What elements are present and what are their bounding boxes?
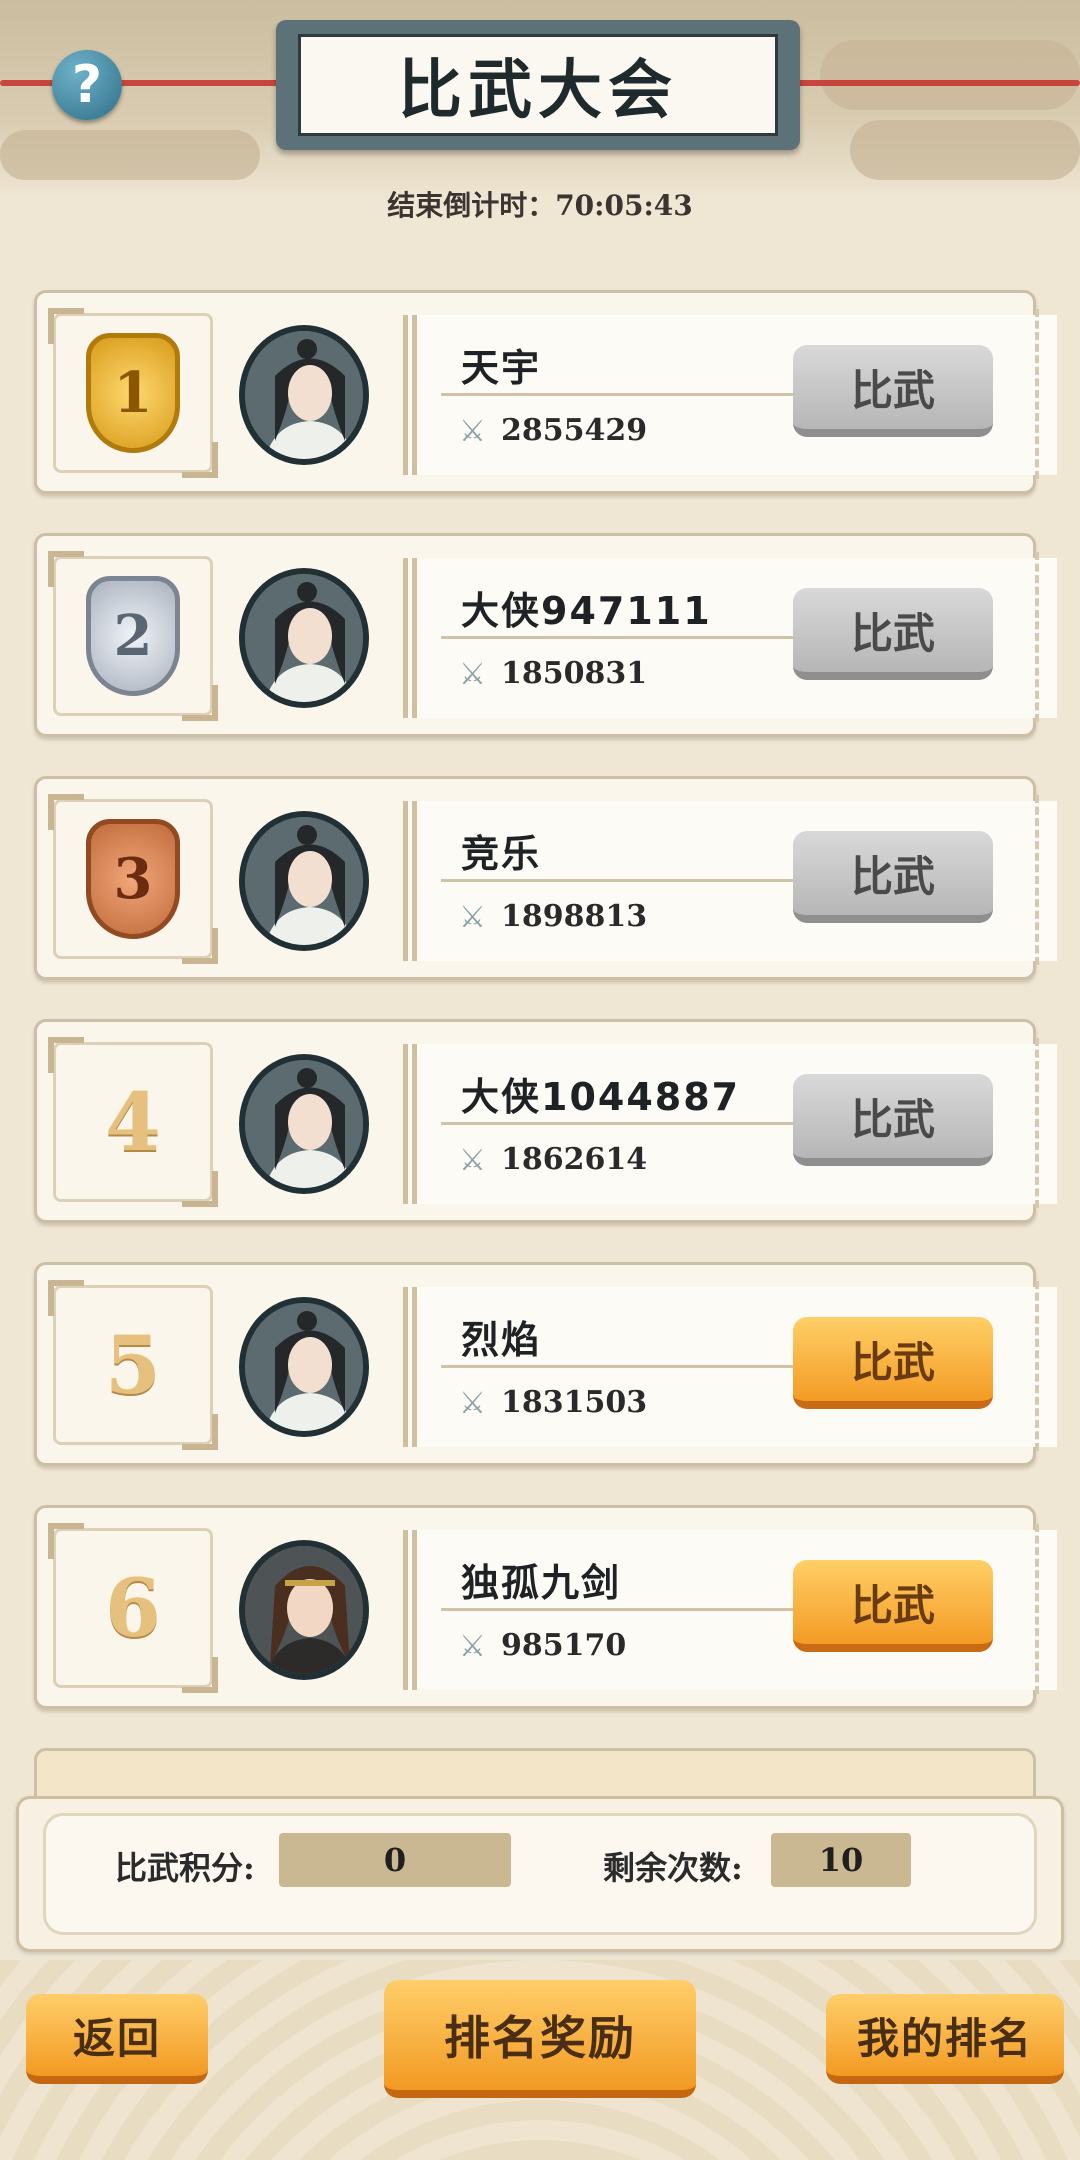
divider <box>441 1122 801 1125</box>
rank-badge: 3 <box>48 794 218 964</box>
crossed-swords-icon: ⚔ <box>459 900 486 935</box>
player-name: 大侠947111 <box>461 589 712 633</box>
score-label: 比武积分: <box>115 1849 255 1887</box>
challenge-button[interactable]: 比武 <box>793 588 993 680</box>
player-name: 竞乐 <box>461 832 542 876</box>
rank-badge: 6 <box>48 1523 218 1693</box>
divider <box>441 393 801 396</box>
question-icon: ? <box>71 55 103 115</box>
avatar[interactable] <box>239 1054 369 1194</box>
divider <box>441 1365 801 1368</box>
avatar[interactable] <box>239 1540 369 1680</box>
red-rope-right <box>786 80 1080 86</box>
silver-medal-icon: 2 <box>86 576 180 696</box>
rank-badge: 4 <box>48 1037 218 1207</box>
score-value: 0 <box>279 1833 511 1887</box>
combat-power: 1850831 <box>501 656 648 691</box>
cloud-decoration <box>850 120 1080 180</box>
player-name: 大侠1044887 <box>461 1075 741 1119</box>
player-name: 独孤九剑 <box>461 1561 622 1605</box>
avatar[interactable] <box>239 568 369 708</box>
combat-power: 2855429 <box>501 413 648 448</box>
player-card: 6 独孤九剑 ⚔ 985170 比武 <box>34 1505 1057 1709</box>
rank-reward-button[interactable]: 排名奖励 <box>384 1980 696 2098</box>
avatar[interactable] <box>239 325 369 465</box>
countdown-timer: 结束倒计时：70:05:43 <box>387 189 693 222</box>
challenge-button[interactable]: 比武 <box>793 345 993 437</box>
player-name: 天宇 <box>461 346 542 390</box>
rank-badge: 5 <box>48 1280 218 1450</box>
challenge-button[interactable]: 比武 <box>793 831 993 923</box>
player-name: 烈焰 <box>461 1318 542 1362</box>
combat-power: 1831503 <box>501 1385 648 1420</box>
avatar[interactable] <box>239 811 369 951</box>
torn-edge <box>1025 552 1039 722</box>
combat-power: 985170 <box>501 1628 627 1663</box>
cloud-decoration <box>0 130 260 180</box>
torn-edge <box>1025 1038 1039 1208</box>
remaining-value: 10 <box>771 1833 911 1887</box>
combat-power: 1862614 <box>501 1142 648 1177</box>
stats-panel: 比武积分: 0 剩余次数: 10 <box>16 1796 1064 1952</box>
torn-edge <box>1025 795 1039 965</box>
divider <box>441 879 801 882</box>
crossed-swords-icon: ⚔ <box>459 1143 486 1178</box>
crossed-swords-icon: ⚔ <box>459 1386 486 1421</box>
rank-number: 4 <box>105 1075 161 1169</box>
red-rope-left <box>0 80 290 86</box>
challenge-button[interactable]: 比武 <box>793 1560 993 1652</box>
crossed-swords-icon: ⚔ <box>459 1629 486 1664</box>
gold-medal-icon: 1 <box>86 333 180 453</box>
title-board: 比武大会 <box>276 20 800 150</box>
torn-edge <box>1025 1281 1039 1451</box>
remaining-label: 剩余次数: <box>603 1849 743 1887</box>
rank-number: 5 <box>105 1318 161 1412</box>
torn-edge <box>1025 309 1039 479</box>
torn-edge <box>1025 1524 1039 1694</box>
player-card: 2 大侠947111 ⚔ 1850831 比武 <box>34 533 1057 737</box>
rank-badge: 1 <box>48 308 218 478</box>
crossed-swords-icon: ⚔ <box>459 657 486 692</box>
page-title: 比武大会 <box>398 53 678 128</box>
player-card: 3 竞乐 ⚔ 1898813 比武 <box>34 776 1057 980</box>
player-card: 5 烈焰 ⚔ 1831503 比武 <box>34 1262 1057 1466</box>
rank-badge: 2 <box>48 551 218 721</box>
combat-power: 1898813 <box>501 899 648 934</box>
divider <box>441 1608 801 1611</box>
cloud-decoration <box>820 40 1080 110</box>
player-card: 1 天宇 ⚔ 2855429 比武 <box>34 290 1057 494</box>
rank-number: 6 <box>105 1561 161 1655</box>
bronze-medal-icon: 3 <box>86 819 180 939</box>
avatar[interactable] <box>239 1297 369 1437</box>
challenge-button[interactable]: 比武 <box>793 1317 993 1409</box>
help-button[interactable]: ? <box>52 50 122 120</box>
back-button[interactable]: 返回 <box>26 1994 208 2084</box>
challenge-button[interactable]: 比武 <box>793 1074 993 1166</box>
my-rank-button[interactable]: 我的排名 <box>826 1994 1064 2084</box>
divider <box>441 636 801 639</box>
crossed-swords-icon: ⚔ <box>459 414 486 449</box>
player-card: 4 大侠1044887 ⚔ 1862614 比武 <box>34 1019 1057 1223</box>
